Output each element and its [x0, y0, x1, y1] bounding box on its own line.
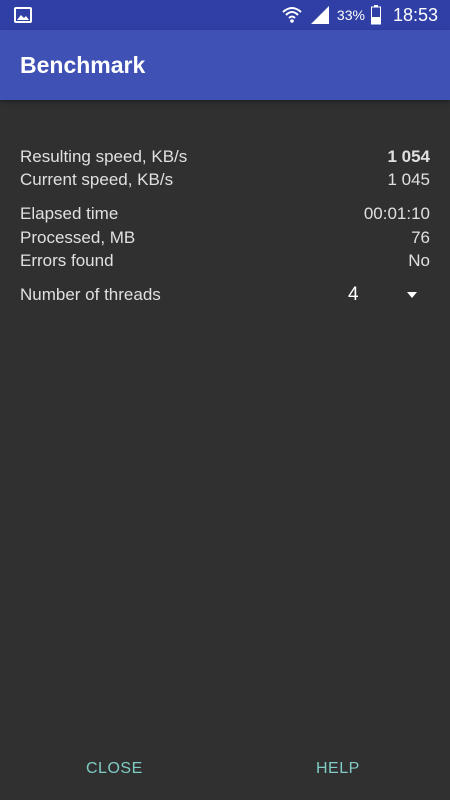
clock: 18:53: [392, 4, 438, 25]
threads-label: Number of threads: [20, 285, 161, 304]
elapsed-time-row: Elapsed time 00:01:10: [20, 202, 430, 226]
resulting-speed-label: Resulting speed, KB/s: [20, 147, 188, 166]
processed-value: 76: [411, 228, 430, 247]
close-button[interactable]: CLOSE: [86, 755, 143, 783]
processed-row: Processed, MB 76: [20, 226, 430, 250]
page-title: Benchmark: [20, 52, 146, 78]
elapsed-time-label: Elapsed time: [20, 204, 119, 223]
errors-label: Errors found: [20, 251, 114, 270]
resulting-speed-value: 1 054: [387, 147, 430, 166]
battery-icon: [370, 5, 381, 25]
elapsed-time-value: 00:01:10: [363, 204, 430, 223]
app-bar: Benchmark: [0, 30, 450, 100]
errors-value: No: [408, 251, 430, 270]
resulting-speed-row: Resulting speed, KB/s 1 054: [20, 145, 430, 169]
threads-value: 4: [348, 284, 359, 305]
threads-dropdown[interactable]: 4: [348, 283, 418, 307]
chevron-down-icon: [407, 292, 417, 298]
errors-row: Errors found No: [20, 249, 430, 273]
processed-label: Processed, MB: [20, 228, 136, 247]
wifi-icon: [282, 7, 302, 23]
battery-percent: 33%: [336, 7, 365, 23]
signal-icon: [310, 6, 329, 24]
benchmark-stats: Resulting speed, KB/s 1 054 Current spee…: [0, 100, 450, 740]
gallery-icon: [14, 7, 32, 23]
help-button[interactable]: HELP: [316, 755, 360, 783]
status-bar: 33% 18:53: [0, 0, 450, 30]
current-speed-value: 1 045: [387, 170, 430, 189]
current-speed-label: Current speed, KB/s: [20, 170, 174, 189]
current-speed-row: Current speed, KB/s 1 045: [20, 168, 430, 192]
status-icons: 33% 18:53: [281, 0, 438, 30]
dialog-buttons: CLOSE HELP: [0, 740, 450, 800]
